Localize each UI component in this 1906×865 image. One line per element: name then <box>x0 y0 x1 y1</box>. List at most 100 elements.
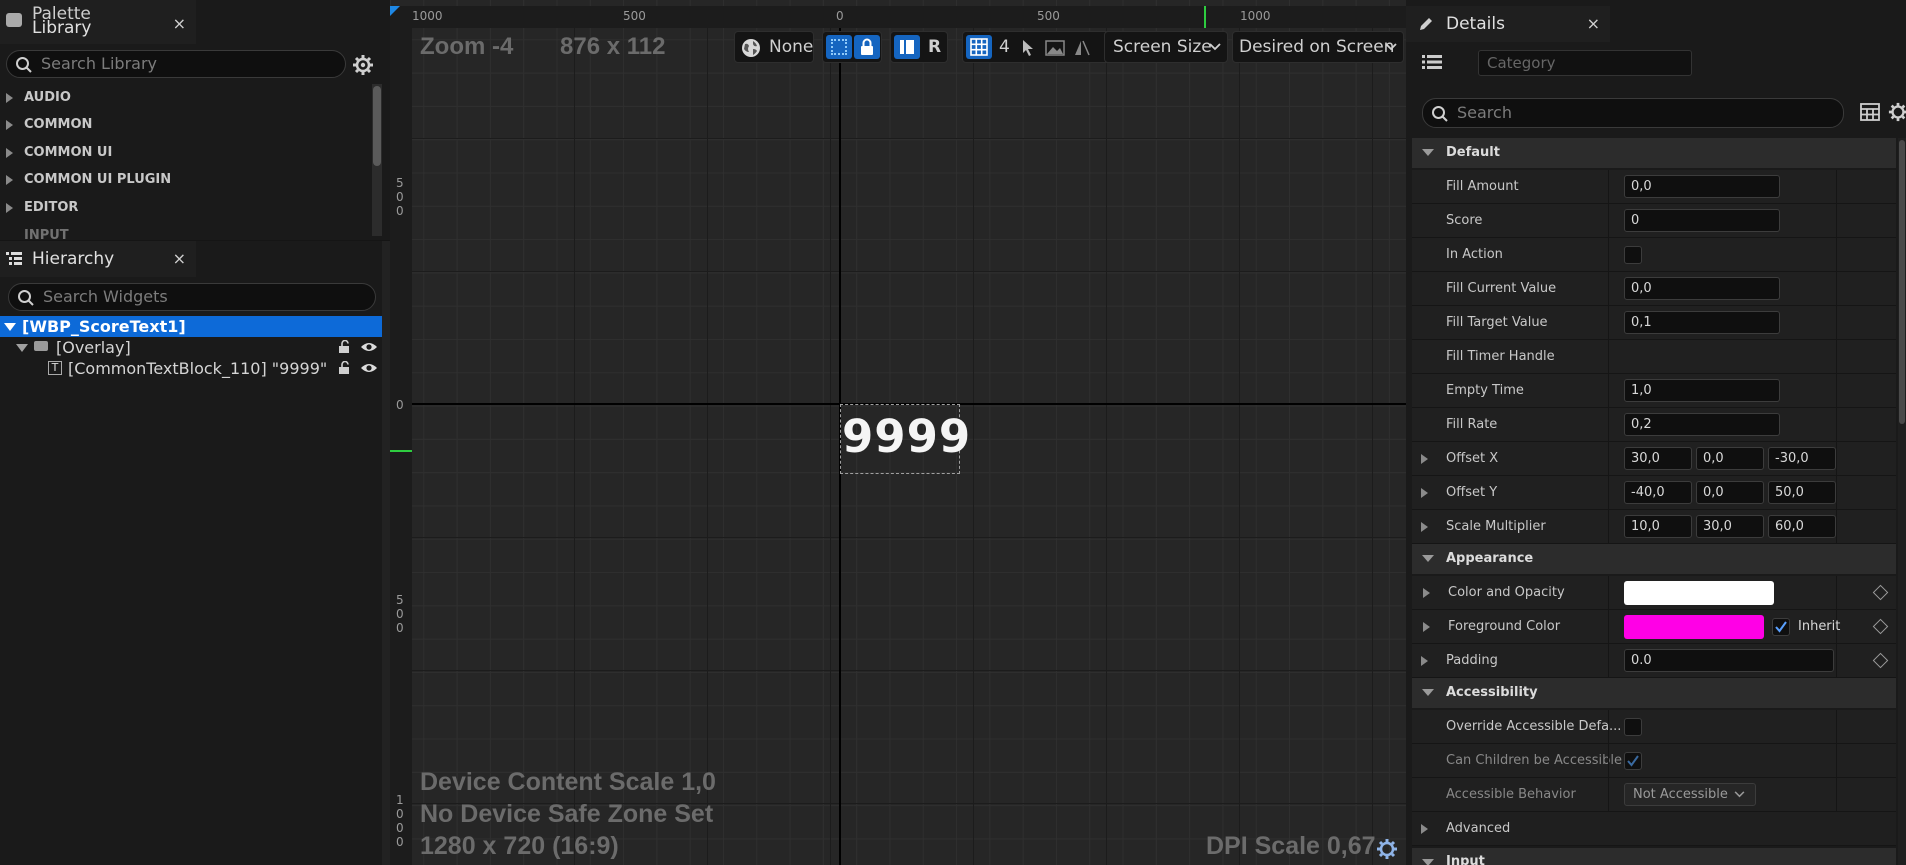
section-accessibility[interactable]: Accessibility <box>1412 678 1896 708</box>
expand-arrow-icon[interactable] <box>1421 656 1428 666</box>
preview-toggle-button[interactable] <box>894 35 920 59</box>
localization-preview-dropdown[interactable]: None <box>734 31 814 63</box>
lock-icon[interactable] <box>338 361 352 375</box>
visibility-eye-icon[interactable] <box>360 340 378 354</box>
select-tool-button[interactable] <box>826 35 852 59</box>
library-scrollbar-thumb[interactable] <box>373 86 381 166</box>
details-scrollbar-thumb[interactable] <box>1899 140 1905 424</box>
offset-y-input-1[interactable]: 0,0 <box>1696 481 1764 504</box>
widget-search-input[interactable]: Search Widgets <box>8 283 376 311</box>
keyframe-diamond-icon[interactable] <box>1872 584 1889 601</box>
color-opacity-swatch[interactable] <box>1624 581 1774 605</box>
category-common[interactable]: COMMON <box>0 111 370 138</box>
close-icon[interactable]: × <box>1587 6 1600 42</box>
scale-multiplier-input-2[interactable]: 60,0 <box>1768 515 1836 538</box>
close-icon[interactable]: × <box>173 6 186 42</box>
fill-current-value-input[interactable]: 0,0 <box>1624 277 1780 300</box>
prop-padding[interactable]: Padding 0.0 <box>1412 644 1896 678</box>
reset-button[interactable]: R <box>928 32 941 62</box>
padding-input[interactable]: 0.0 <box>1624 649 1834 672</box>
section-default[interactable]: Default <box>1412 138 1896 168</box>
ruler-horizontal[interactable]: 1000 500 0 500 1000 <box>390 6 1406 28</box>
scale-multiplier-input-0[interactable]: 10,0 <box>1624 515 1692 538</box>
close-icon[interactable]: × <box>173 241 186 277</box>
expand-arrow-icon[interactable] <box>1421 488 1428 498</box>
screen-size-dropdown[interactable]: Screen Size <box>1104 31 1228 63</box>
in-action-checkbox[interactable] <box>1624 246 1642 264</box>
expand-arrow-icon[interactable] <box>1423 588 1430 598</box>
offset-y-input-2[interactable]: 50,0 <box>1768 481 1836 504</box>
section-advanced[interactable]: Advanced <box>1412 812 1896 846</box>
tab-details[interactable]: Details × <box>1406 6 1610 42</box>
lock-icon[interactable] <box>338 340 352 354</box>
expand-arrow-icon[interactable] <box>1421 522 1428 532</box>
children-accessible-checkbox[interactable] <box>1624 752 1642 770</box>
prop-offset-y[interactable]: Offset Y -40,0 0,0 50,0 <box>1412 476 1896 510</box>
respect-locks-group[interactable] <box>822 31 882 63</box>
lock-toggle-button[interactable] <box>854 35 880 59</box>
table-view-icon[interactable] <box>1860 103 1880 121</box>
category-input[interactable]: INPUT <box>0 222 370 240</box>
desired-on-screen-dropdown[interactable]: Desired on Screen <box>1232 31 1404 63</box>
expand-arrow-icon[interactable] <box>1421 454 1428 464</box>
fill-target-value-input[interactable]: 0,1 <box>1624 311 1780 334</box>
category-common-ui-plugin[interactable]: COMMON UI PLUGIN <box>0 166 370 193</box>
visibility-eye-icon[interactable] <box>360 361 378 375</box>
foreground-color-swatch[interactable] <box>1624 615 1764 639</box>
keyframe-diamond-icon[interactable] <box>1872 618 1889 635</box>
hierarchy-scrollbar[interactable] <box>382 241 390 865</box>
preview-mode-group[interactable]: R <box>890 31 948 63</box>
section-input[interactable]: Input <box>1412 848 1896 865</box>
hierarchy-row-text-block[interactable]: T [CommonTextBlock_110] "9999" <box>0 358 382 379</box>
designer-viewport[interactable]: 1000 500 0 500 1000 5 0 0 0 5 0 0 1 0 0 … <box>390 0 1406 865</box>
category-common-ui[interactable]: COMMON UI <box>0 139 370 166</box>
tab-hierarchy[interactable]: Hierarchy × <box>0 241 196 277</box>
list-view-icon[interactable] <box>1422 54 1442 70</box>
offset-x-input-2[interactable]: -30,0 <box>1768 447 1836 470</box>
expand-arrow-icon[interactable] <box>1421 824 1428 834</box>
mirror-icon[interactable] <box>1073 39 1091 57</box>
override-accessible-checkbox[interactable] <box>1624 718 1642 736</box>
tab-palette[interactable]: Palette Library × <box>0 0 196 44</box>
settings-gear-icon[interactable] <box>352 54 374 76</box>
prop-fill-target-value: Fill Target Value 0,1 <box>1412 306 1896 340</box>
widget-search-placeholder: Search Widgets <box>43 287 168 306</box>
grid-snap-value[interactable]: 4 <box>999 32 1010 62</box>
dpi-settings-gear-icon[interactable] <box>1376 838 1398 860</box>
library-search-input[interactable]: Search Library <box>6 50 346 78</box>
offset-y-input-0[interactable]: -40,0 <box>1624 481 1692 504</box>
hierarchy-row-overlay[interactable]: [Overlay] <box>0 337 382 358</box>
settings-gear-icon[interactable] <box>1888 102 1906 122</box>
scale-multiplier-input-1[interactable]: 30,0 <box>1696 515 1764 538</box>
resolution-label: 1280 x 720 (16:9) <box>420 832 619 860</box>
library-scrollbar[interactable] <box>372 84 382 236</box>
offset-x-input-0[interactable]: 30,0 <box>1624 447 1692 470</box>
expand-arrow-icon <box>6 175 13 185</box>
cursor-icon[interactable] <box>1021 39 1035 57</box>
prop-offset-x[interactable]: Offset X 30,0 0,0 -30,0 <box>1412 442 1896 476</box>
category-input[interactable]: Category <box>1478 50 1692 76</box>
category-audio[interactable]: AUDIO <box>0 84 370 111</box>
widget-bounds[interactable]: 9999 <box>840 404 970 474</box>
landscape-icon[interactable] <box>1045 40 1065 56</box>
details-scrollbar[interactable] <box>1898 138 1906 865</box>
inherit-checkbox[interactable] <box>1772 618 1790 636</box>
ruler-vertical[interactable]: 5 0 0 0 5 0 0 1 0 0 0 <box>390 6 412 865</box>
empty-time-input[interactable]: 1,0 <box>1624 379 1780 402</box>
accessible-behavior-dropdown[interactable]: Not Accessible <box>1624 783 1756 806</box>
fill-amount-input[interactable]: 0,0 <box>1624 175 1780 198</box>
section-appearance[interactable]: Appearance <box>1412 544 1896 574</box>
details-search-input[interactable]: Search <box>1422 98 1844 128</box>
expand-arrow-icon[interactable] <box>1423 622 1430 632</box>
score-text-widget[interactable]: 9999 <box>842 411 971 463</box>
offset-x-input-1[interactable]: 0,0 <box>1696 447 1764 470</box>
prop-foreground-color[interactable]: Foreground Color Inherit <box>1412 610 1896 644</box>
fill-rate-input[interactable]: 0,2 <box>1624 413 1780 436</box>
score-input[interactable]: 0 <box>1624 209 1780 232</box>
grid-snap-button[interactable] <box>966 35 992 59</box>
prop-scale-multiplier[interactable]: Scale Multiplier 10,0 30,0 60,0 <box>1412 510 1896 544</box>
keyframe-diamond-icon[interactable] <box>1872 652 1889 669</box>
category-editor[interactable]: EDITOR <box>0 194 370 221</box>
prop-color-and-opacity[interactable]: Color and Opacity <box>1412 576 1896 610</box>
hierarchy-row-root[interactable]: [WBP_ScoreText1] <box>0 316 382 337</box>
